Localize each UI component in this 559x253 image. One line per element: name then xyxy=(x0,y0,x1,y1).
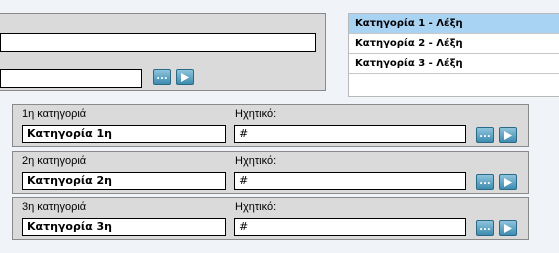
sound-label: Ηχητικό: xyxy=(235,155,277,167)
category-name-field[interactable]: Κατηγορία 3η xyxy=(22,218,226,236)
category-name-field[interactable]: Κατηγορία 2η xyxy=(22,172,226,190)
ellipsis-label: ... xyxy=(156,71,168,82)
category-label: 2η κατηγοριά xyxy=(22,155,87,167)
category-panel-1: 1η κατηγοριά Ηχητικό: Κατηγορία 1η # ... xyxy=(12,104,529,147)
sound-field[interactable]: # xyxy=(234,218,466,236)
category-panel-2: 2η κατηγοριά Ηχητικό: Κατηγορία 2η # ... xyxy=(12,151,529,194)
list-item[interactable]: Κατηγορία 1 - Λέξη xyxy=(349,14,559,34)
ellipsis-label: ... xyxy=(479,176,491,187)
play-button[interactable] xyxy=(499,220,517,236)
browse-button[interactable]: ... xyxy=(153,69,171,85)
top-panel: ... xyxy=(0,13,326,91)
browse-button[interactable]: ... xyxy=(476,127,494,143)
play-icon xyxy=(181,73,189,82)
ellipsis-label: ... xyxy=(479,129,491,140)
sound-field[interactable]: # xyxy=(234,125,466,143)
category-panel-3: 3η κατηγοριά Ηχητικό: Κατηγορία 3η # ... xyxy=(12,197,529,240)
sound-label: Ηχητικό: xyxy=(235,108,277,120)
play-button[interactable] xyxy=(176,69,194,85)
play-button[interactable] xyxy=(499,174,517,190)
category-label: 1η κατηγοριά xyxy=(22,108,87,120)
top-text-field[interactable] xyxy=(0,33,316,52)
browse-button[interactable]: ... xyxy=(476,220,494,236)
list-item[interactable]: Κατηγορία 3 - Λέξη xyxy=(349,54,559,74)
sound-field[interactable]: # xyxy=(234,172,466,190)
play-icon xyxy=(504,178,512,187)
list-item[interactable]: Κατηγορία 2 - Λέξη xyxy=(349,34,559,54)
play-icon xyxy=(504,224,512,233)
ellipsis-label: ... xyxy=(479,222,491,233)
browse-button[interactable]: ... xyxy=(476,174,494,190)
top-short-field[interactable] xyxy=(0,69,142,88)
play-icon xyxy=(504,131,512,140)
category-name-field[interactable]: Κατηγορία 1η xyxy=(22,125,226,143)
play-button[interactable] xyxy=(499,127,517,143)
category-label: 3η κατηγοριά xyxy=(22,201,87,213)
word-list: Κατηγορία 1 - Λέξη Κατηγορία 2 - Λέξη Κα… xyxy=(348,13,559,97)
sound-label: Ηχητικό: xyxy=(235,201,277,213)
